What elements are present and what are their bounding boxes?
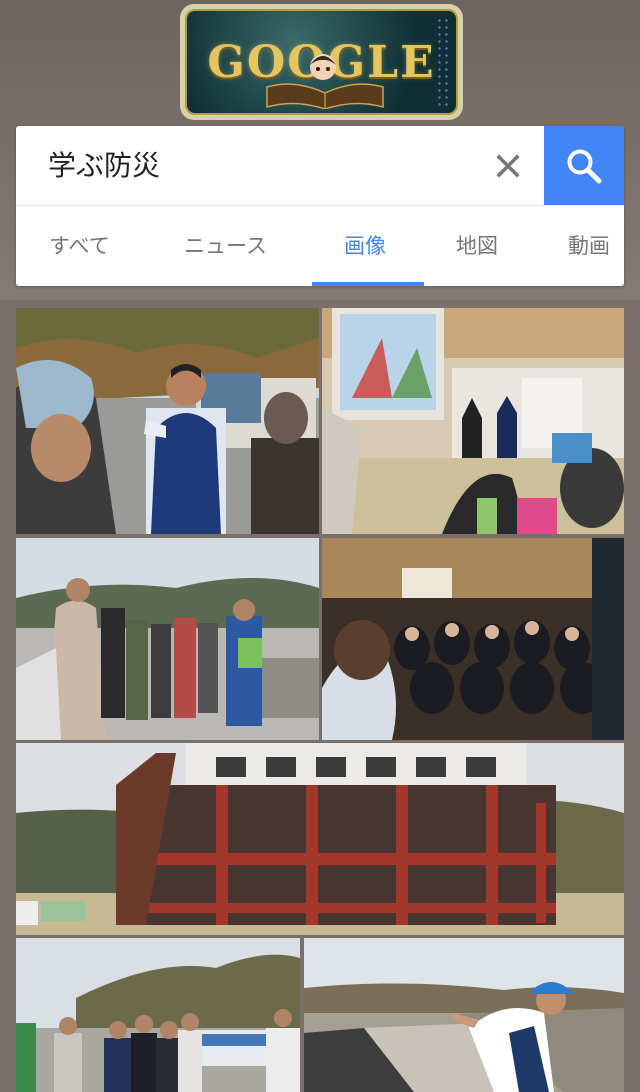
child-reader-icon [310,54,336,80]
image-result[interactable] [322,308,624,534]
image-result[interactable] [16,308,319,534]
image-result[interactable] [16,743,624,935]
search-input[interactable]: 学ぶ防災 [48,144,478,188]
image-result[interactable] [16,538,319,740]
search-bar: 学ぶ防災 [16,126,624,206]
clear-button[interactable] [488,146,528,186]
image-result[interactable] [304,938,624,1092]
result-photo [16,938,300,1092]
tab-news[interactable]: ニュース [184,206,267,286]
result-photo [16,308,319,534]
result-photo [16,538,319,740]
result-photo [304,938,624,1092]
search-card: 学ぶ防災 すべて ニュース 画像 地図 動画 [16,126,624,286]
search-icon [567,149,602,184]
tab-images[interactable]: 画像 [344,206,386,286]
result-tabs: すべて ニュース 画像 地図 動画 [16,206,624,286]
doodle-panel: GOOGLE [185,9,458,115]
tab-all[interactable]: すべて [49,206,110,286]
result-photo [16,743,624,935]
tab-videos[interactable]: 動画 [568,206,610,286]
google-doodle-logo[interactable]: GOOGLE [180,4,463,120]
result-photo [322,308,624,534]
result-photo [322,538,624,740]
image-result[interactable] [16,938,300,1092]
active-tab-indicator [312,282,424,286]
tab-maps[interactable]: 地図 [456,206,498,286]
image-result[interactable] [322,538,624,740]
close-icon [496,154,520,178]
search-button[interactable] [544,126,624,206]
